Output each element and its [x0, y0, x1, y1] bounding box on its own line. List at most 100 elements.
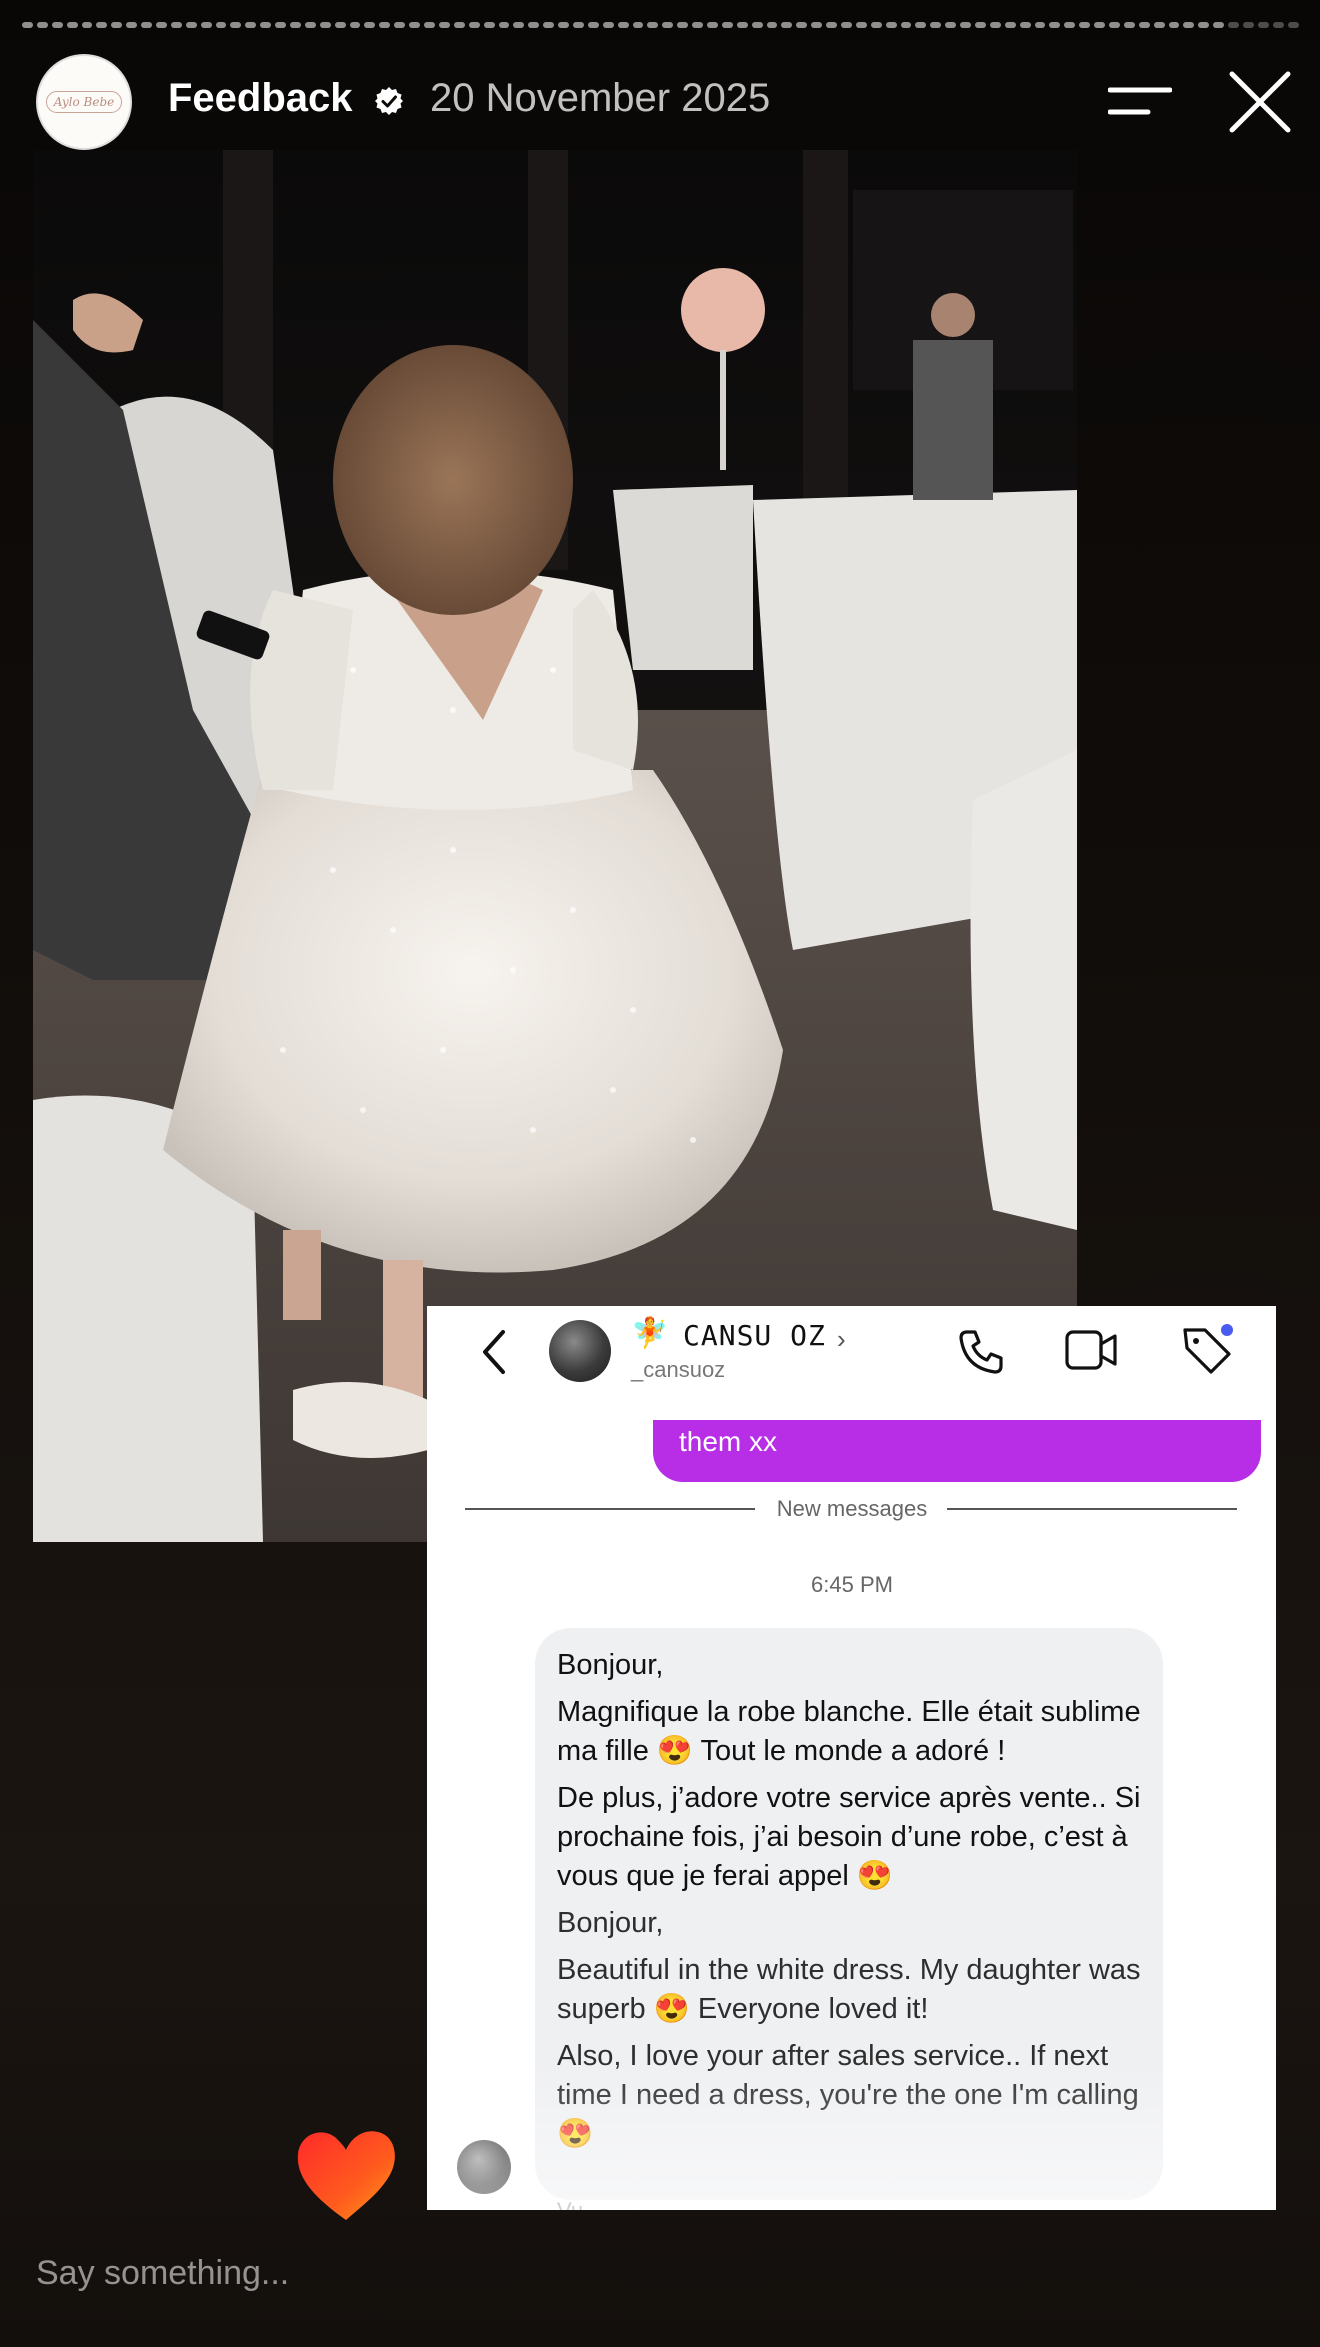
progress-segment [66, 22, 78, 28]
progress-segment [1064, 22, 1076, 28]
fairy-emoji: 🧚 [631, 1317, 669, 1350]
story-progress-bar [22, 22, 1299, 28]
progress-segment [945, 22, 957, 28]
message-line: Beautiful in the white dress. My daughte… [557, 1954, 1141, 2025]
progress-segment [424, 22, 435, 28]
progress-segment [185, 22, 197, 28]
progress-segment [1213, 22, 1225, 28]
progress-segment [736, 22, 748, 28]
progress-segment [811, 22, 823, 28]
progress-segment [200, 22, 212, 28]
progress-segment [141, 22, 153, 28]
sent-message-bubble: them xx [653, 1420, 1261, 1482]
progress-segment [1287, 22, 1299, 28]
progress-segment [1123, 22, 1135, 28]
message-line: Magnifique la robe blanche. Elle était s… [557, 1696, 1141, 1767]
progress-segment [617, 22, 629, 28]
message-line: Bonjour, [557, 1907, 664, 1939]
progress-segment [1079, 22, 1091, 28]
progress-segment [36, 22, 48, 28]
message-timestamp: 6:45 PM [811, 1572, 893, 1597]
account-name[interactable]: Feedback [168, 74, 353, 122]
progress-segment [1243, 22, 1254, 28]
progress-segment [528, 22, 540, 28]
progress-segment [334, 22, 346, 28]
progress-segment [498, 22, 510, 28]
back-arrow-icon[interactable] [481, 1328, 509, 1376]
progress-segment [111, 22, 123, 28]
progress-segment [409, 22, 421, 28]
reply-input[interactable]: Say something... [36, 2250, 1036, 2296]
progress-segment [126, 22, 138, 28]
progress-segment [885, 22, 897, 28]
progress-segment [692, 22, 703, 28]
progress-segment [975, 22, 986, 28]
progress-segment [468, 22, 480, 28]
progress-segment [840, 22, 852, 28]
progress-segment [1138, 22, 1150, 28]
sender-avatar [457, 2140, 511, 2194]
progress-segment [1183, 22, 1195, 28]
progress-segment [1034, 22, 1046, 28]
progress-segment [260, 22, 272, 28]
progress-segment [438, 22, 450, 28]
progress-segment [1272, 22, 1284, 28]
progress-segment [855, 22, 867, 28]
close-icon[interactable] [1228, 70, 1292, 134]
progress-segment [751, 22, 763, 28]
progress-segment [349, 22, 361, 28]
brand-logo: Aylo Bebe [45, 91, 123, 113]
progress-segment [721, 22, 733, 28]
progress-segment [81, 22, 93, 28]
progress-segment [960, 22, 971, 28]
contact-avatar[interactable] [549, 1320, 611, 1382]
progress-segment [394, 22, 406, 28]
dm-screenshot: 🧚 CANSU OZ › _cansuoz them xx New messag… [427, 1306, 1276, 2210]
video-call-icon[interactable] [1065, 1328, 1117, 1372]
progress-segment [647, 22, 659, 28]
progress-segment [1049, 22, 1061, 28]
chevron-right-icon: › [837, 1324, 846, 1354]
progress-segment [156, 22, 167, 28]
progress-segment [1019, 22, 1031, 28]
progress-segment [230, 22, 242, 28]
divider-line [465, 1508, 755, 1510]
divider-line [947, 1508, 1237, 1510]
progress-segment [245, 22, 257, 28]
progress-segment [319, 22, 331, 28]
progress-segment [22, 22, 33, 28]
progress-segment [602, 22, 614, 28]
progress-segment [900, 22, 912, 28]
progress-segment [379, 22, 391, 28]
verified-badge-icon [375, 87, 403, 115]
message-line: Also, I love your after sales service.. … [557, 2040, 1139, 2150]
progress-segment [96, 22, 108, 28]
heart-icon[interactable] [292, 2124, 400, 2224]
progress-segment [170, 22, 182, 28]
tag-icon[interactable] [1179, 1322, 1235, 1378]
progress-segment [1168, 22, 1180, 28]
progress-segment [1153, 22, 1165, 28]
progress-segment [513, 22, 525, 28]
progress-segment [364, 22, 376, 28]
message-line: Bonjour, [557, 1649, 664, 1681]
progress-segment [662, 22, 674, 28]
progress-segment [543, 22, 555, 28]
progress-segment [572, 22, 584, 28]
progress-segment [796, 22, 808, 28]
progress-segment [51, 22, 63, 28]
progress-segment [215, 22, 227, 28]
progress-segment [587, 22, 599, 28]
progress-segment [1109, 22, 1120, 28]
menu-icon[interactable] [1108, 82, 1172, 122]
account-avatar[interactable]: Aylo Bebe [36, 54, 132, 150]
progress-segment [915, 22, 927, 28]
progress-segment [1198, 22, 1210, 28]
phone-icon[interactable] [957, 1328, 1005, 1376]
progress-segment [930, 22, 942, 28]
progress-segment [870, 22, 882, 28]
progress-segment [290, 22, 301, 28]
progress-segment [706, 22, 718, 28]
sent-message-text: them xx [679, 1426, 778, 1457]
contact-name[interactable]: CANSU OZ [683, 1316, 826, 1356]
